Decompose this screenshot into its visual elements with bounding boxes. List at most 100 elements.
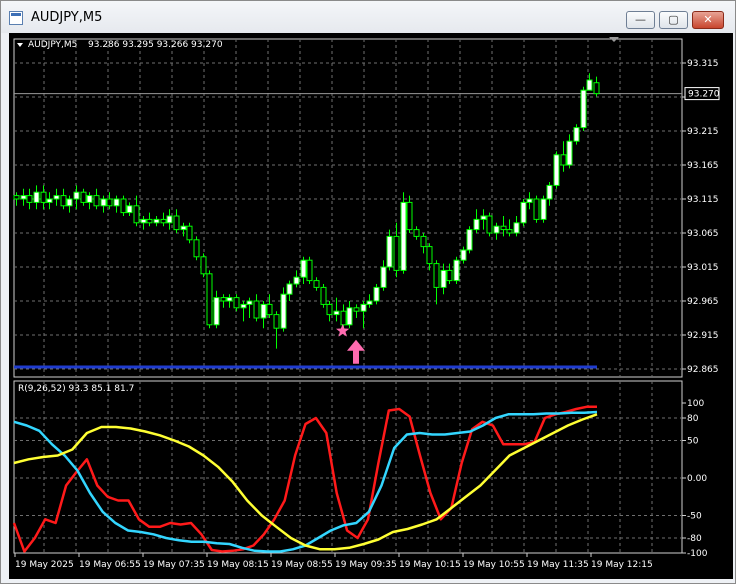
candle-body [53,195,60,200]
candle-body [326,303,333,316]
candle-body [300,259,307,278]
candle-body [193,239,200,258]
candle-body [80,191,87,203]
price-tick-label: 93.315 [687,59,719,69]
candle-body [313,280,320,288]
candle-body [260,303,267,319]
candle-body [206,273,213,326]
candle-body [513,222,520,234]
candle-body [533,198,540,220]
candle-body [540,198,547,220]
candle-body [566,140,573,166]
time-axis-label: 19 May 12:15 [591,560,653,570]
candle-body [393,235,400,271]
candle-body [60,195,67,207]
price-tick-label: 92.965 [687,297,719,307]
candle-body [413,229,420,237]
candle-body [86,195,93,203]
indicator-title: R(9,26,52) 93.3 85.1 81.7 [18,384,134,394]
candle-body [66,198,73,207]
candle-body [153,218,160,224]
candle-body [120,198,127,214]
candle-body [366,300,373,305]
candle-body [266,303,273,316]
price-tick-label: 93.015 [687,263,719,273]
price-tick-label: 93.115 [687,195,719,205]
candle-body [446,269,453,282]
candle-body [226,297,233,302]
candle-body [100,198,107,207]
candle-body [420,235,427,248]
candle-body [113,198,120,207]
candle-body [586,79,593,91]
time-axis-label: 19 May 08:15 [207,560,269,570]
candle-body [433,263,440,288]
candle-body [213,297,220,326]
candle-body [480,215,487,220]
candle-body [593,82,600,95]
candle-body [506,229,513,234]
candle-body [73,191,80,200]
indicator-tick-label: -100 [687,549,708,559]
candle-body [126,205,133,214]
time-axis-label: 19 May 2025 [15,560,74,570]
candle-body [293,276,300,285]
candle-body [26,195,33,203]
candle-body [106,198,113,207]
candle-body [500,225,507,231]
current-price-label: 93.270 [688,90,720,100]
price-tick-label: 92.915 [687,331,719,341]
candle-body [573,127,580,142]
chart-canvas[interactable]: 93.31593.26593.21593.16593.11593.06593.0… [9,33,733,579]
candle-body [340,310,347,326]
minimize-button[interactable]: — [626,11,655,29]
candle-body [20,195,27,200]
candle-body [220,297,227,302]
candle-body [40,191,47,203]
indicator-tick-label: 100 [687,399,704,409]
price-tick-label: 92.865 [687,365,719,375]
candle-body [580,89,587,129]
candle-body [286,283,293,295]
price-tick-label: 93.165 [687,161,719,171]
price-tick-label: 93.215 [687,127,719,137]
app-window: AUDJPY,M5 — ▢ ✕ 93.31593.26593.21593.165… [0,0,736,584]
time-axis-label: 19 May 11:35 [527,560,589,570]
candle-body [166,215,173,224]
candle-body [553,154,560,186]
candle-body [386,235,393,268]
candle-body [140,218,147,224]
time-axis-label: 19 May 10:15 [399,560,461,570]
indicator-tick-label: 50 [687,437,699,447]
candle-body [280,293,287,329]
candle-body [353,307,360,312]
candle-body [486,215,493,234]
time-axis-label: 19 May 08:55 [271,560,333,570]
title-bar[interactable]: AUDJPY,M5 — ▢ ✕ [1,1,735,33]
candle-body [320,286,327,305]
candle-body [200,256,207,275]
candle-body [246,300,253,305]
maximize-button[interactable]: ▢ [659,11,688,29]
candle-body [160,218,167,224]
candle-body [526,198,533,203]
chart-area[interactable]: 93.31593.26593.21593.16593.11593.06593.0… [9,33,733,579]
price-tick-label: 93.065 [687,229,719,239]
candle-body [173,215,180,231]
candle-body [333,310,340,316]
candle-body [380,266,387,288]
time-axis-label: 19 May 07:35 [143,560,205,570]
candle-body [400,201,407,271]
candle-body [493,225,500,234]
close-button[interactable]: ✕ [692,11,724,29]
indicator-tick-label: 0.00 [687,474,707,484]
candle-body [520,201,527,224]
candle-body [93,195,100,207]
candle-body [460,249,467,261]
time-axis-label: 19 May 10:55 [463,560,525,570]
candle-body [360,303,367,312]
candle-body [306,259,313,282]
candle-body [186,225,193,241]
candle-body [406,201,413,231]
candle-body [46,198,53,203]
